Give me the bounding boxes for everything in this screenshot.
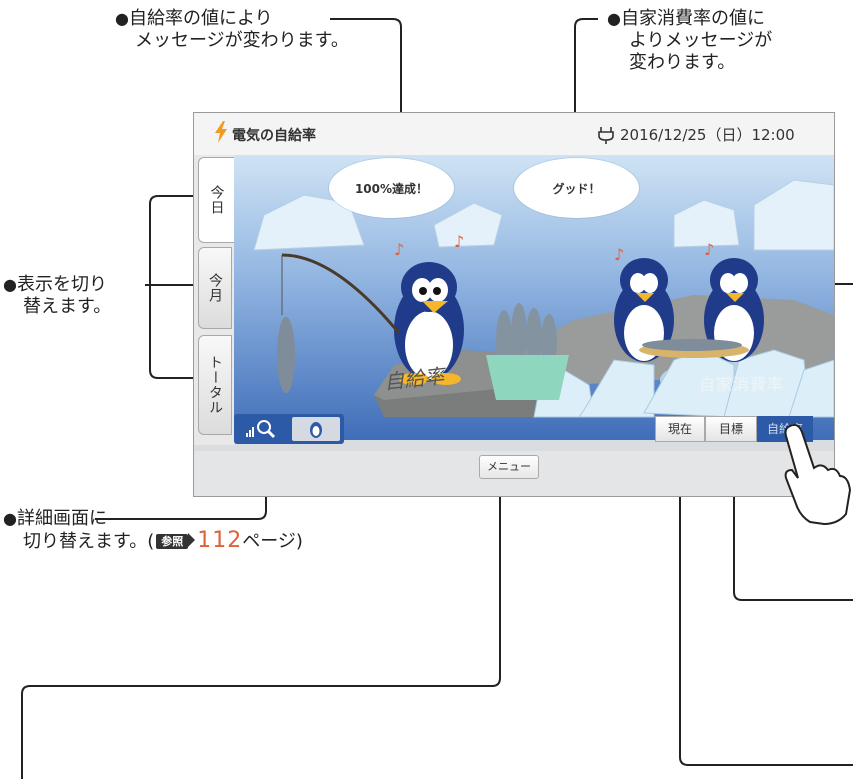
speech-bubble-self-consumption: グッド！ [514, 158, 639, 218]
period-tabs: 今日 今月 トータル [194, 155, 234, 445]
annotation-text: 自給率の値により [128, 8, 273, 29]
detail-view-button[interactable] [238, 417, 286, 441]
reference-badge: 参照 [156, 534, 189, 549]
annotation-text: 変わります。 [629, 52, 736, 73]
penguin-view-button[interactable] [292, 417, 340, 441]
annotation-text: 表示を切り [16, 274, 107, 295]
reference-page-number: 112 [197, 528, 243, 553]
plug-icon [598, 127, 614, 144]
view-switch-buttons [234, 414, 344, 444]
detail-graph-icon [246, 420, 276, 439]
svg-text:♪: ♪ [704, 240, 714, 259]
annotation-self-sufficiency-message: ●自給率の値により メッセージが変わります。 [115, 8, 349, 52]
speech-bubble-self-sufficiency: 100%達成！ [329, 158, 454, 218]
svg-text:♪: ♪ [614, 245, 624, 264]
bullet: ● [3, 275, 17, 294]
annotation-detail-screen: ●詳細画面に 切り替えます。(参照 112ページ) [3, 508, 303, 553]
tab-today[interactable]: 今日 [198, 157, 234, 243]
tab-this-month[interactable]: 今月 [198, 247, 232, 329]
annotation-text: 詳細画面に [16, 508, 107, 529]
bullet: ● [607, 9, 621, 28]
device-screen: 電気の自給率 2016/12/25（日）12:00 今日 今月 トータル ♪ ♪… [193, 112, 835, 497]
hand-pointer-icon [784, 423, 852, 526]
bullet: ● [115, 9, 129, 28]
bullet: ● [3, 509, 17, 528]
tab-total[interactable]: トータル [198, 335, 232, 435]
rock-label-self-consumption: 自家消費率 [699, 375, 785, 394]
annotation-text: 替えます。 [23, 296, 112, 317]
annotation-switch-display: ●表示を切り 替えます。 [3, 274, 111, 318]
svg-text:♪: ♪ [394, 240, 404, 259]
annotation-text: 自家消費率の値に [620, 8, 765, 29]
svg-text:♪: ♪ [454, 232, 464, 251]
mode-target-button[interactable]: 目標 [705, 416, 757, 442]
app-title: 電気の自給率 [232, 128, 316, 144]
annotation-text: メッセージが変わります。 [135, 30, 349, 51]
reference-arrow-icon [188, 533, 196, 547]
penguin-icon [310, 422, 322, 438]
datetime: 2016/12/25（日）12:00 [620, 126, 795, 144]
mode-present-button[interactable]: 現在 [655, 416, 705, 442]
annotation-text: 切り替えます。( [23, 531, 155, 552]
annotation-text: ページ) [242, 531, 303, 552]
lightning-icon [215, 121, 227, 143]
menu-button[interactable]: メニュー [479, 455, 539, 479]
annotation-text: よりメッセージが [629, 30, 773, 51]
annotation-self-consumption-message: ●自家消費率の値に よりメッセージが 変わります。 [607, 8, 772, 74]
